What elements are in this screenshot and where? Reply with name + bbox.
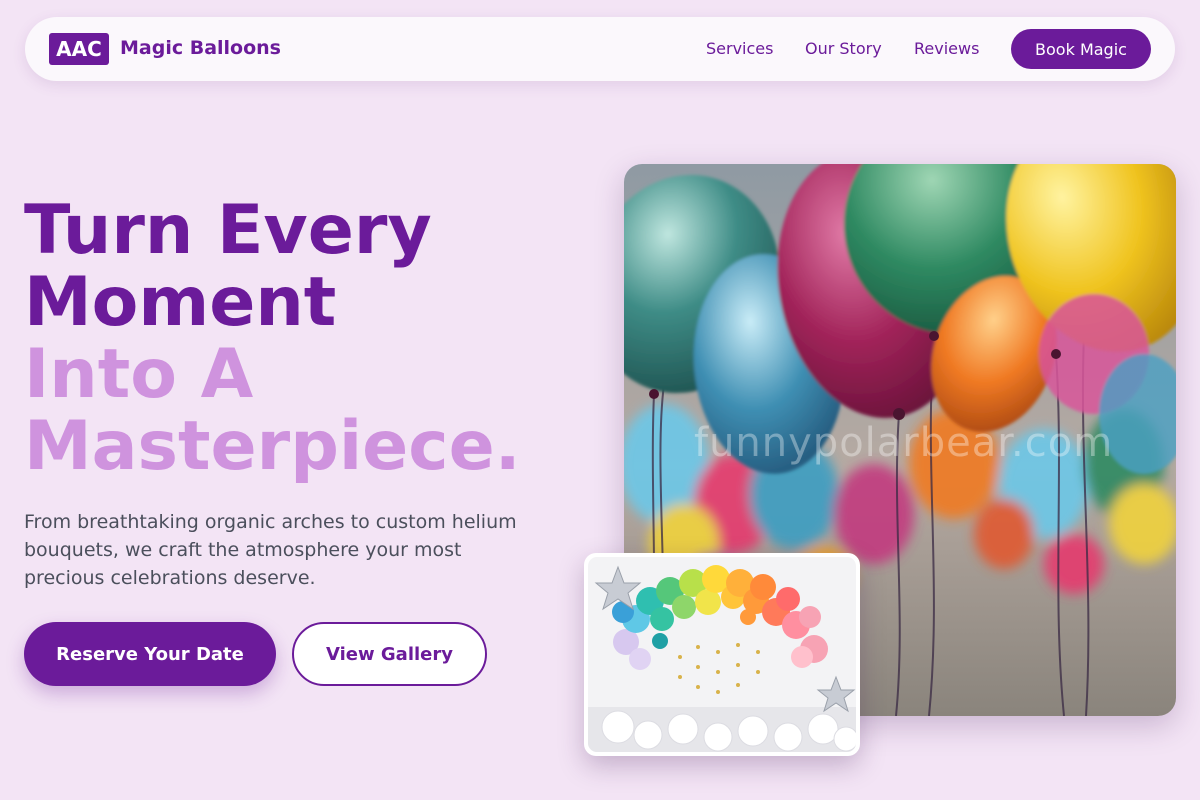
photo-watermark: funnypolarbear.com: [694, 420, 1114, 466]
reserve-date-button[interactable]: Reserve Your Date: [24, 622, 276, 686]
headline-line-2: Moment: [24, 263, 337, 342]
headline-line-3: Into A: [24, 335, 254, 414]
headline-line-4: Masterpiece.: [24, 407, 521, 486]
nav-link-reviews[interactable]: Reviews: [914, 39, 979, 58]
hero-description: From breathtaking organic arches to cust…: [24, 511, 517, 589]
nav-link-services[interactable]: Services: [706, 39, 773, 58]
balloon-arch-photo: [584, 553, 860, 756]
hero-headline: Turn Every Moment Into A Masterpiece.: [24, 195, 521, 483]
view-gallery-button[interactable]: View Gallery: [292, 622, 487, 686]
nav-link-our-story[interactable]: Our Story: [805, 39, 882, 58]
headline-line-1: Turn Every: [24, 191, 432, 270]
book-magic-button[interactable]: Book Magic: [1011, 29, 1151, 69]
top-navbar: AAC Magic Balloons Services Our Story Re…: [25, 17, 1175, 81]
logo-badge[interactable]: AAC: [49, 33, 109, 65]
brand-name[interactable]: Magic Balloons: [120, 37, 281, 59]
balloon-arch-illustration: [588, 557, 856, 752]
